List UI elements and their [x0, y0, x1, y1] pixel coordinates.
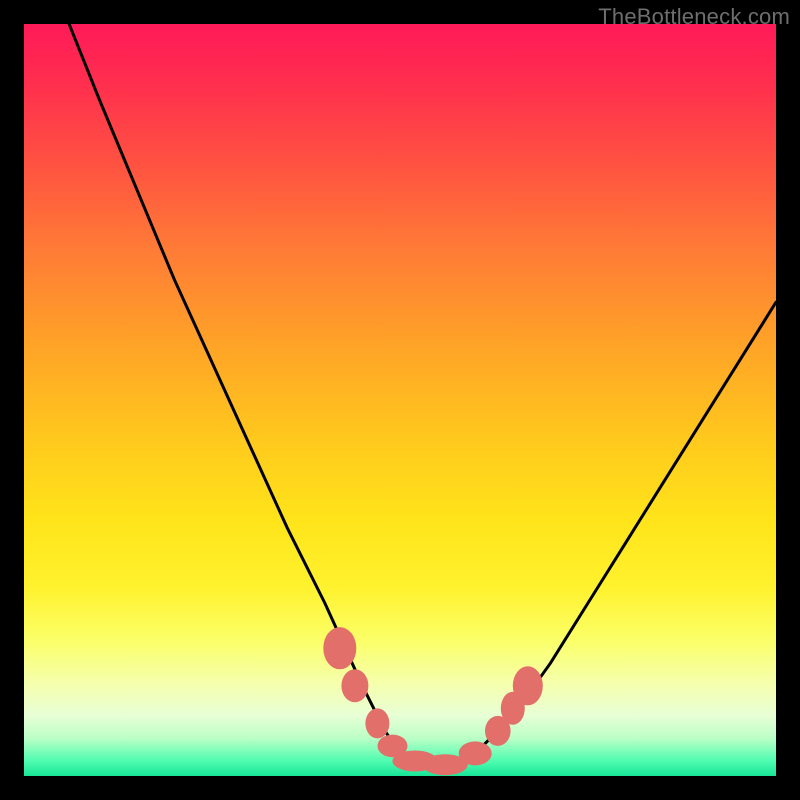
watermark-text: TheBottleneck.com — [598, 4, 790, 30]
valley-marker — [459, 741, 492, 765]
valley-marker — [341, 669, 368, 702]
bottleneck-curve-line — [69, 24, 776, 769]
valley-marker — [365, 708, 389, 738]
chart-area — [24, 24, 776, 776]
valley-marker — [513, 666, 543, 705]
valley-marker — [323, 627, 356, 669]
bottleneck-curve-svg — [24, 24, 776, 776]
curve-markers — [323, 627, 543, 775]
